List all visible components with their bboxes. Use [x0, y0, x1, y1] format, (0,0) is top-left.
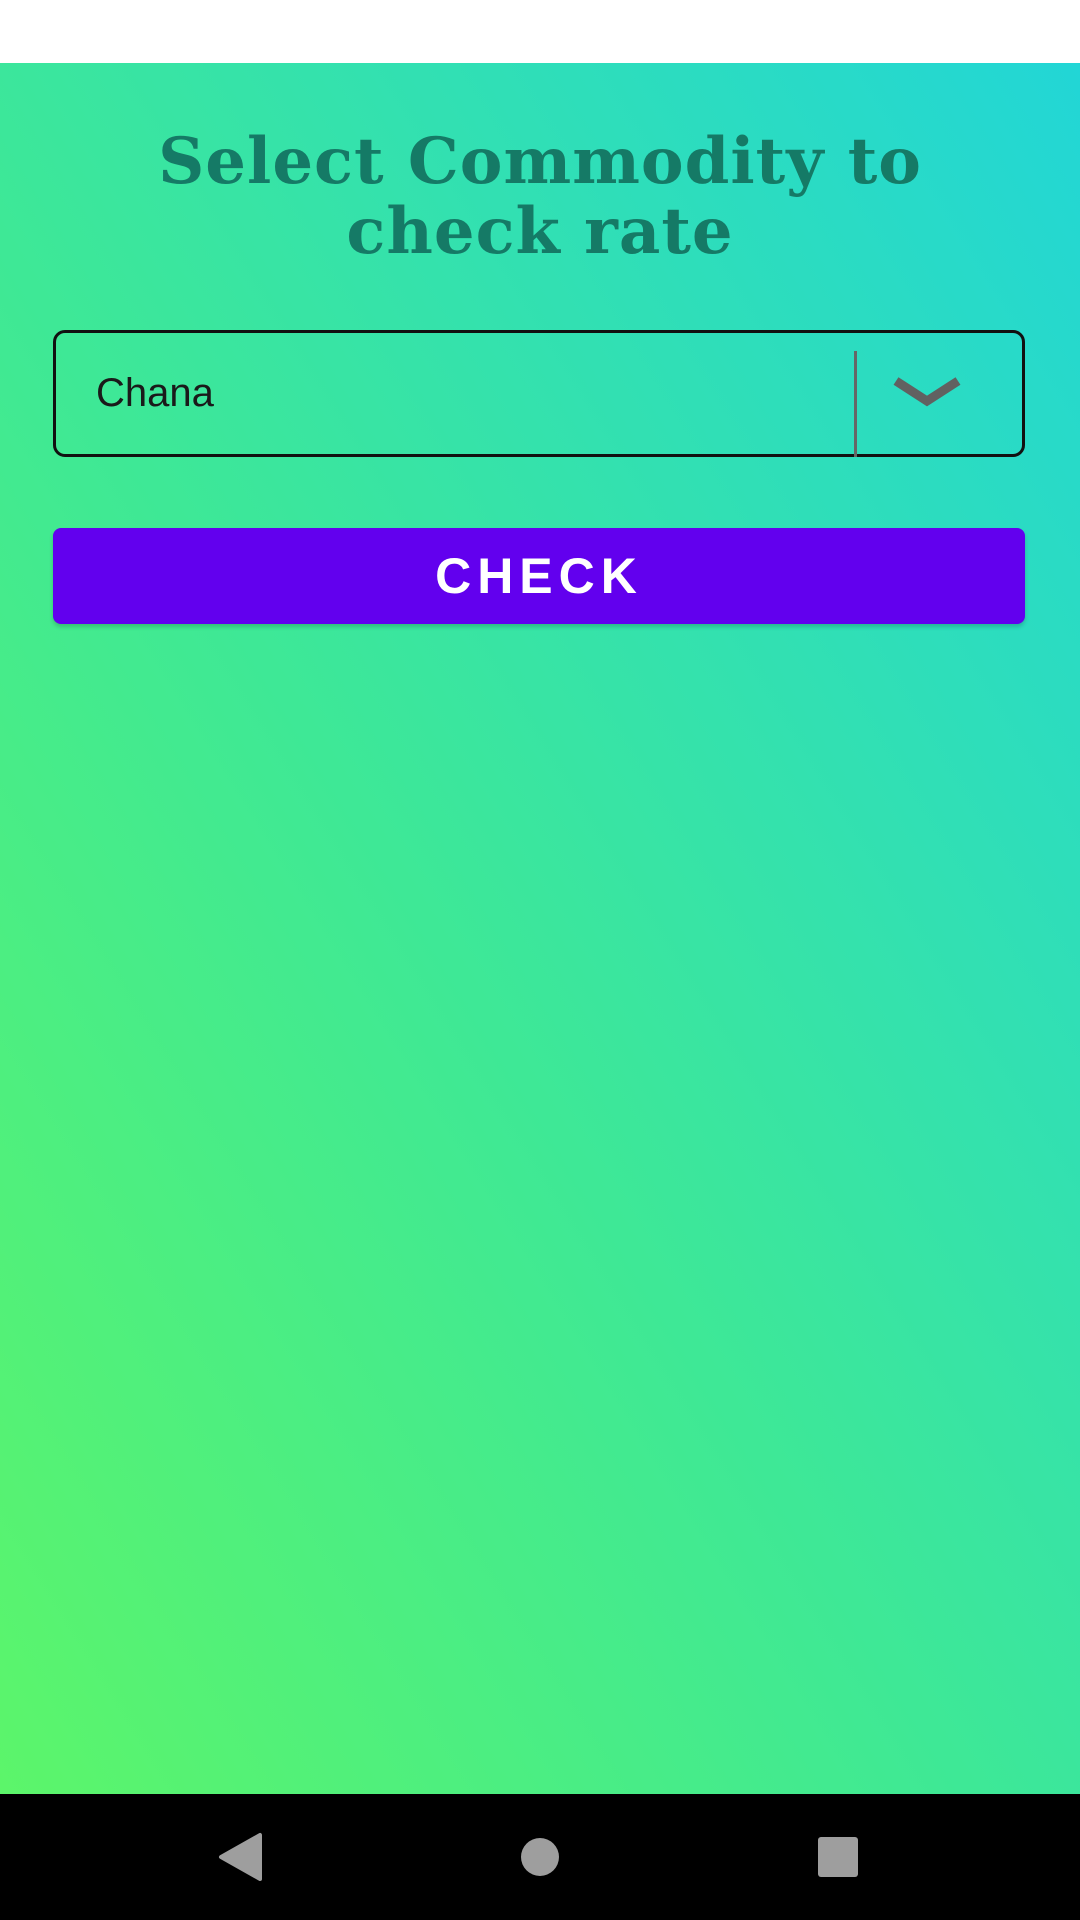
spinner-selected-value: Chana: [96, 371, 214, 415]
square-recents-icon: [818, 1837, 858, 1877]
app-screen: Select Commodity to check rate Chana CHE…: [0, 0, 1080, 1920]
nav-recents-button[interactable]: [773, 1794, 903, 1920]
check-button[interactable]: CHECK: [53, 528, 1025, 624]
page-title: Select Commodity to check rate: [158, 124, 922, 269]
navigation-bar: [0, 1794, 1080, 1920]
triangle-back-icon: [219, 1833, 262, 1881]
main-content: Select Commodity to check rate Chana CHE…: [0, 63, 1080, 1794]
commodity-spinner[interactable]: Chana: [53, 330, 1025, 457]
spinner-divider: [854, 351, 857, 457]
circle-home-icon: [521, 1838, 559, 1876]
nav-home-button[interactable]: [475, 1794, 605, 1920]
status-bar: [0, 0, 1080, 63]
chevron-down-icon[interactable]: [892, 373, 962, 413]
nav-back-button[interactable]: [175, 1794, 305, 1920]
